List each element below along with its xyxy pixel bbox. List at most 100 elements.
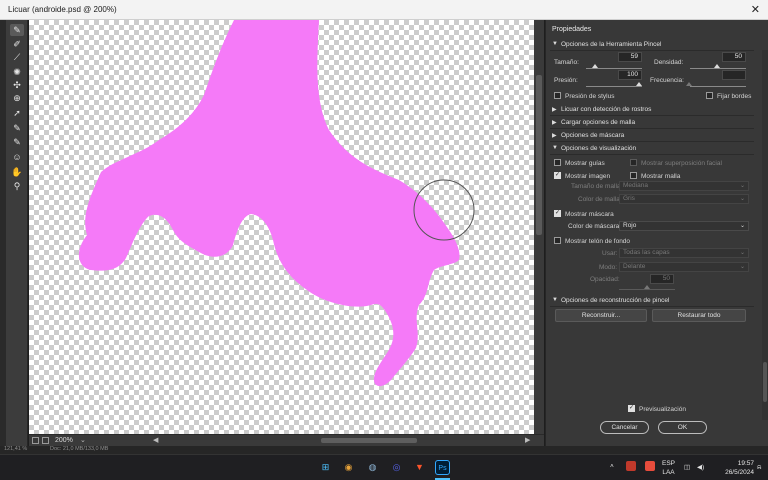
- mesh-color-select[interactable]: Gris ⌄: [619, 194, 749, 204]
- section-load-mesh-label: Cargar opciones de malla: [561, 119, 636, 126]
- smooth-icon[interactable]: ⟋: [10, 51, 24, 63]
- network-icon[interactable]: ◫: [684, 463, 690, 472]
- scroll-right-icon[interactable]: ▶: [525, 436, 530, 444]
- zoom-dropdown-icon[interactable]: ⌄: [80, 436, 86, 444]
- opacity-field[interactable]: 50: [650, 274, 674, 284]
- show-face-overlay-checkbox[interactable]: [630, 159, 637, 166]
- show-guides-checkbox[interactable]: [554, 159, 561, 166]
- opacity-slider[interactable]: [619, 289, 675, 290]
- expand-icon: ▼: [552, 297, 558, 303]
- section-mask-options-label: Opciones de máscara: [561, 132, 625, 139]
- cancel-button[interactable]: Cancelar: [600, 421, 649, 434]
- size-slider[interactable]: [586, 68, 642, 69]
- section-face-aware-label: Licuar con detección de rostros: [561, 106, 652, 113]
- density-slider-knob[interactable]: [714, 64, 720, 68]
- show-mask-checkbox[interactable]: [554, 209, 561, 217]
- rate-slider[interactable]: [690, 86, 746, 87]
- brave-icon[interactable]: ▼: [412, 460, 427, 475]
- show-mesh-label: Mostrar malla: [641, 173, 681, 180]
- section-mask-options[interactable]: ▶ Opciones de máscara: [550, 130, 754, 142]
- liquify-canvas[interactable]: [29, 20, 534, 434]
- use-select[interactable]: Todas las capas ⌄: [619, 248, 749, 258]
- pin-edges-checkbox[interactable]: [706, 92, 713, 99]
- zoom-in-button[interactable]: [42, 437, 49, 444]
- expand-icon: ▼: [552, 41, 558, 47]
- tray-amd-icon[interactable]: [645, 461, 655, 471]
- notification-bell-icon[interactable]: ⍾: [757, 463, 761, 472]
- tray-overflow-icon[interactable]: ˄: [610, 462, 614, 471]
- mesh-size-label: Tamaño de malla:: [571, 183, 623, 190]
- mesh-size-select[interactable]: Mediana ⌄: [619, 181, 749, 191]
- volume-icon[interactable]: ◀): [697, 463, 704, 472]
- zoom-level[interactable]: 200%: [55, 437, 73, 444]
- section-brush-options[interactable]: ▼ Opciones de la Herramienta Pincel: [550, 39, 754, 51]
- thaw-mask-icon[interactable]: ✎: [10, 136, 24, 148]
- push-left-icon[interactable]: ➚: [10, 107, 24, 119]
- hand-icon[interactable]: ✋: [10, 166, 24, 178]
- section-face-aware[interactable]: ▶ Licuar con detección de rostros: [550, 104, 754, 116]
- stylus-pressure-checkbox[interactable]: [554, 92, 561, 99]
- canvas-hscroll-thumb[interactable]: [321, 438, 417, 443]
- discord-icon[interactable]: ◎: [389, 460, 404, 475]
- use-label: Usar:: [602, 250, 618, 257]
- rate-field[interactable]: [722, 70, 746, 80]
- ok-button[interactable]: OK: [658, 421, 707, 434]
- preview-checkbox[interactable]: [628, 404, 635, 412]
- pressure-field[interactable]: 100: [618, 70, 642, 80]
- show-mesh-checkbox[interactable]: [630, 172, 637, 179]
- window-titlebar: Licuar (androide.psd @ 200%) ✕: [0, 0, 768, 20]
- windows-start-icon[interactable]: ⊞: [318, 460, 333, 475]
- panel-scrollbar[interactable]: [762, 50, 768, 420]
- section-reconstruct-options[interactable]: ▼ Opciones de reconstrucción de pincel: [550, 295, 754, 307]
- section-reconstruct-options-label: Opciones de reconstrucción de pincel: [561, 297, 670, 304]
- zoom-icon[interactable]: ⚲: [10, 180, 24, 192]
- chevron-down-icon: ⌄: [739, 223, 745, 229]
- bloat-icon[interactable]: ⊕: [10, 92, 24, 104]
- reconstruct-icon[interactable]: ✐: [10, 38, 24, 50]
- show-face-overlay-label: Mostrar superposición facial: [641, 160, 722, 167]
- status-bar: 121,41 % Doc: 21,0 MB/133,0 MB: [0, 446, 768, 454]
- collapse-icon: ▶: [552, 133, 557, 139]
- forward-warp-icon[interactable]: ✎: [10, 24, 24, 36]
- size-slider-knob[interactable]: [592, 64, 598, 68]
- section-load-mesh[interactable]: ▶ Cargar opciones de malla: [550, 117, 754, 129]
- scroll-left-icon[interactable]: ◀: [153, 436, 158, 444]
- show-backdrop-checkbox[interactable]: [554, 237, 561, 244]
- panel-scroll-thumb[interactable]: [763, 362, 767, 402]
- canvas-vertical-scrollbar[interactable]: [534, 20, 544, 434]
- density-field[interactable]: 50: [722, 52, 746, 62]
- mask-color-select[interactable]: Rojo ⌄: [619, 221, 749, 231]
- freeze-mask-icon[interactable]: ✎: [10, 122, 24, 134]
- steam-icon[interactable]: ◍: [365, 460, 380, 475]
- tray-app-icon[interactable]: [626, 461, 636, 471]
- restore-all-button[interactable]: Restaurar todo: [652, 309, 746, 322]
- language-indicator[interactable]: ESP LAA: [662, 459, 675, 477]
- properties-panel: Propiedades ▼ Opciones de la Herramienta…: [545, 20, 768, 448]
- tool-column-edge: [0, 20, 6, 448]
- clock[interactable]: 19:57 26/5/2024: [716, 459, 754, 477]
- chevron-down-icon: ⌄: [739, 196, 745, 202]
- canvas-vscroll-thumb[interactable]: [536, 75, 542, 235]
- mask-color-value: Rojo: [623, 222, 637, 229]
- face-tool-icon[interactable]: ☺: [10, 151, 24, 163]
- pucker-icon[interactable]: ✣: [10, 79, 24, 91]
- chrome-icon[interactable]: ◉: [341, 460, 356, 475]
- reconstruct-button[interactable]: Reconstruir...: [555, 309, 647, 322]
- doc-size-readout: Doc: 21,0 MB/133,0 MB: [50, 446, 109, 452]
- rate-slider-knob[interactable]: [686, 82, 692, 86]
- close-icon[interactable]: ✕: [751, 3, 760, 16]
- mode-select[interactable]: Delante ⌄: [619, 262, 749, 272]
- pressure-slider[interactable]: [586, 86, 642, 87]
- section-view-options[interactable]: ▼ Opciones de visualización: [550, 143, 754, 155]
- size-field[interactable]: 59: [618, 52, 642, 62]
- zoom-out-button[interactable]: [32, 437, 39, 444]
- show-image-checkbox[interactable]: [554, 171, 561, 179]
- expand-icon: ▼: [552, 145, 558, 151]
- photoshop-icon[interactable]: Ps: [435, 460, 450, 475]
- density-slider[interactable]: [690, 68, 746, 69]
- twirl-icon[interactable]: ✺: [10, 66, 24, 78]
- mask-shape: [78, 20, 475, 387]
- opacity-slider-knob[interactable]: [644, 285, 650, 289]
- panel-title: Propiedades: [552, 26, 592, 33]
- pressure-slider-knob[interactable]: [636, 82, 642, 86]
